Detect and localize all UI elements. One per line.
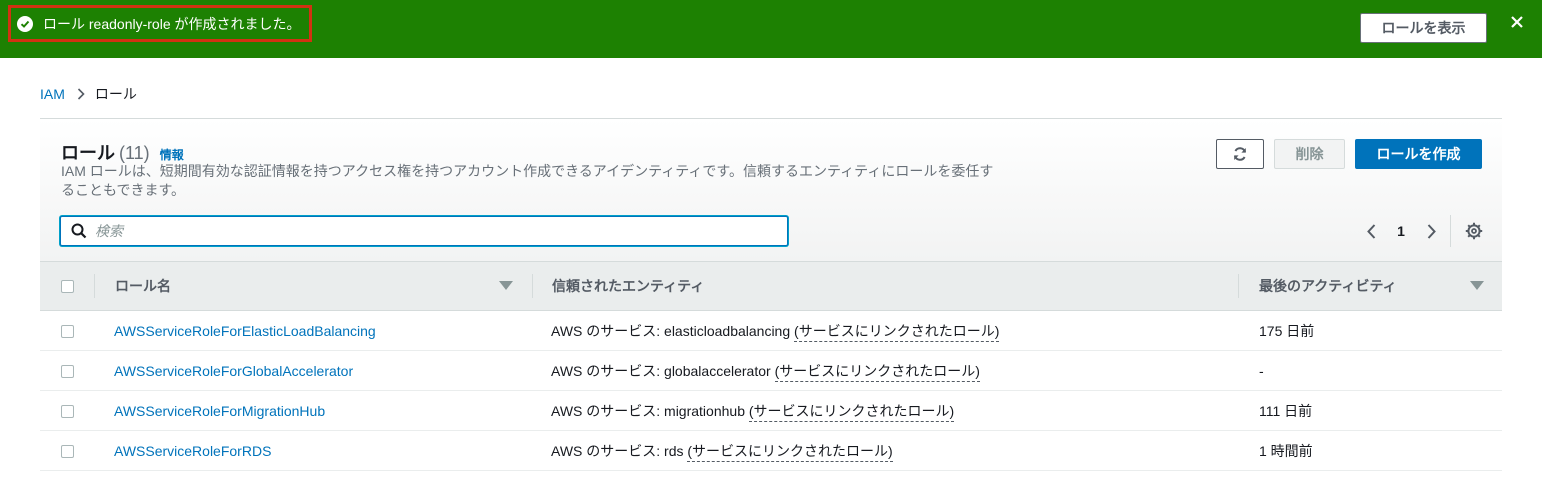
- entity-text: AWS のサービス: globalaccelerator: [551, 363, 775, 379]
- search-field[interactable]: [60, 216, 788, 246]
- flash-message-text: ロール readonly-role が作成されました。: [43, 15, 301, 32]
- table-row: AWSServiceRoleForElasticLoadBalancing AW…: [40, 311, 1502, 351]
- service-linked-role-tooltip[interactable]: (サービスにリンクされたロール): [794, 321, 1000, 342]
- column-divider: [1238, 274, 1239, 298]
- chevron-right-icon: [77, 88, 85, 100]
- breadcrumb: IAM ロール: [40, 84, 137, 104]
- service-linked-role-tooltip[interactable]: (サービスにリンクされたロール): [687, 441, 893, 462]
- pager-divider: [1450, 215, 1451, 247]
- row-checkbox-cell: [61, 391, 74, 431]
- roles-panel-header: ロール (11) 情報 IAM ロールは、短期間有効な認証情報を持つアクセス権を…: [40, 119, 1502, 261]
- service-linked-role-tooltip[interactable]: (サービスにリンクされたロール): [774, 361, 980, 382]
- select-all-checkbox[interactable]: [61, 279, 74, 293]
- column-label: ロール名: [115, 278, 171, 294]
- roles-count: (11): [119, 143, 150, 163]
- column-header-trusted-entity[interactable]: 信頼されたエンティティ: [532, 262, 1238, 310]
- pagination: 1: [1356, 215, 1489, 247]
- last-activity: 111 日前: [1259, 403, 1313, 419]
- last-activity: 1 時間前: [1259, 443, 1313, 459]
- view-role-button[interactable]: ロールを表示: [1360, 13, 1487, 43]
- column-header-last-activity[interactable]: 最後のアクティビティ: [1238, 262, 1502, 310]
- refresh-button[interactable]: [1216, 139, 1264, 169]
- table-header: ロール名 信頼されたエンティティ 最後のアクティビティ: [40, 261, 1502, 311]
- row-checkbox[interactable]: [61, 364, 74, 378]
- row-checkbox-cell: [61, 311, 74, 351]
- row-checkbox-cell: [61, 431, 74, 471]
- check-circle-icon: [17, 15, 33, 32]
- role-name-link[interactable]: AWSServiceRoleForElasticLoadBalancing: [114, 311, 376, 351]
- page-number[interactable]: 1: [1386, 223, 1416, 239]
- row-checkbox[interactable]: [61, 404, 74, 418]
- roles-description: IAM ロールは、短期間有効な認証情報を持つアクセス権を持つアカウント作成できる…: [61, 163, 994, 198]
- table-row: AWSServiceRoleForRDS AWS のサービス: rds (サービ…: [40, 431, 1502, 471]
- entity-text: AWS のサービス: elasticloadbalancing: [551, 323, 795, 339]
- row-checkbox[interactable]: [61, 444, 74, 458]
- flash-message: ロール readonly-role が作成されました。: [8, 5, 312, 42]
- refresh-icon: [1232, 146, 1248, 162]
- last-activity: -: [1259, 363, 1264, 379]
- info-link[interactable]: 情報: [160, 146, 184, 163]
- caret-down-icon[interactable]: [499, 281, 513, 290]
- trusted-entity-cell: AWS のサービス: rds (サービスにリンクされたロール): [551, 431, 893, 471]
- success-flash-banner: ロール readonly-role が作成されました。 ロールを表示: [0, 0, 1542, 58]
- row-checkbox[interactable]: [61, 324, 74, 338]
- role-name-link[interactable]: AWSServiceRoleForGlobalAccelerator: [114, 351, 353, 391]
- column-label: 最後のアクティビティ: [1259, 278, 1397, 294]
- column-divider: [532, 274, 533, 298]
- caret-down-icon[interactable]: [1470, 281, 1484, 290]
- select-all-cell: [61, 262, 74, 310]
- chevron-right-icon[interactable]: [1416, 223, 1446, 239]
- column-header-role-name[interactable]: ロール名: [94, 262, 532, 310]
- table-row: AWSServiceRoleForGlobalAccelerator AWS の…: [40, 351, 1502, 391]
- gear-icon[interactable]: [1459, 222, 1489, 240]
- search-input[interactable]: [95, 223, 745, 239]
- breadcrumb-current: ロール: [94, 86, 137, 102]
- entity-text: AWS のサービス: migrationhub: [551, 403, 749, 419]
- breadcrumb-iam-link[interactable]: IAM: [40, 86, 65, 102]
- close-icon[interactable]: [1509, 14, 1525, 30]
- delete-button[interactable]: 削除: [1274, 139, 1345, 169]
- roles-table-container: ロール (11) 情報 IAM ロールは、短期間有効な認証情報を持つアクセス権を…: [40, 118, 1502, 498]
- search-icon: [71, 223, 87, 239]
- last-activity: 175 日前: [1259, 323, 1315, 339]
- create-role-button[interactable]: ロールを作成: [1355, 139, 1482, 169]
- column-divider: [94, 274, 95, 298]
- role-name-link[interactable]: AWSServiceRoleForMigrationHub: [114, 391, 325, 431]
- chevron-left-icon[interactable]: [1356, 223, 1386, 239]
- trusted-entity-cell: AWS のサービス: globalaccelerator (サービスにリンクされ…: [551, 351, 980, 391]
- entity-text: AWS のサービス: rds: [551, 443, 688, 459]
- trusted-entity-cell: AWS のサービス: elasticloadbalancing (サービスにリン…: [551, 311, 1000, 351]
- row-checkbox-cell: [61, 351, 74, 391]
- column-label: 信頼されたエンティティ: [552, 278, 705, 294]
- trusted-entity-cell: AWS のサービス: migrationhub (サービスにリンクされたロール): [551, 391, 955, 431]
- service-linked-role-tooltip[interactable]: (サービスにリンクされたロール): [748, 401, 955, 422]
- role-name-link[interactable]: AWSServiceRoleForRDS: [114, 431, 271, 471]
- table-row: AWSServiceRoleForMigrationHub AWS のサービス:…: [40, 391, 1502, 431]
